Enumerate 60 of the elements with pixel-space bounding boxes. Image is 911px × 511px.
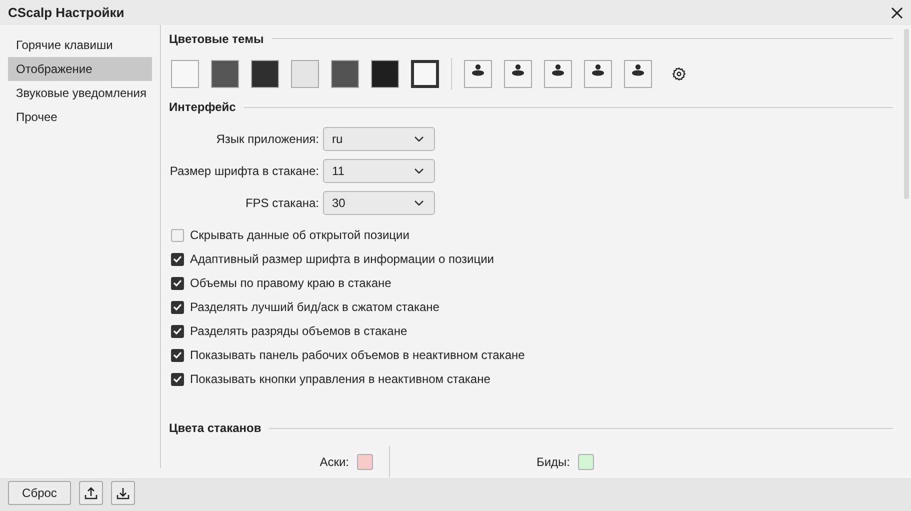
sidebar-item[interactable]: Горячие клавиши: [8, 33, 152, 57]
download-icon: [116, 486, 130, 500]
theme-swatch[interactable]: [211, 60, 239, 88]
person-icon: [551, 64, 565, 76]
upload-button[interactable]: [79, 481, 103, 505]
checkbox-label: Адаптивный размер шрифта в информации о позиции: [190, 252, 494, 266]
checkbox[interactable]: [171, 228, 184, 242]
checkbox[interactable]: [171, 300, 184, 314]
sidebar-item[interactable]: Прочее: [8, 105, 152, 129]
custom-theme-button[interactable]: [504, 60, 532, 88]
checkbox[interactable]: [171, 252, 184, 266]
sidebar-item[interactable]: Отображение: [8, 57, 152, 81]
person-icon: [511, 64, 525, 76]
download-button[interactable]: [111, 481, 135, 505]
field-label: FPS стакана:: [244, 196, 319, 210]
dropdown[interactable]: ru: [323, 127, 435, 152]
theme-swatch[interactable]: [411, 60, 439, 88]
checkbox[interactable]: [171, 276, 184, 290]
person-icon: [631, 64, 645, 76]
custom-theme-button[interactable]: [624, 60, 652, 88]
checkbox-label: Показывать панель рабочих объемов в неактивном стакане: [190, 348, 525, 362]
theme-swatch[interactable]: [371, 60, 399, 88]
settings-icon[interactable]: [672, 66, 686, 81]
custom-theme-button[interactable]: [464, 60, 492, 88]
checkbox[interactable]: [171, 372, 184, 386]
field-label: Язык приложения:: [215, 132, 319, 146]
color-swatch[interactable]: [578, 454, 594, 470]
theme-swatch[interactable]: [251, 60, 279, 88]
checkbox[interactable]: [171, 324, 184, 338]
checkbox-label: Показывать кнопки управления в неактивном стакане: [190, 372, 490, 386]
caret-icon: [414, 168, 424, 174]
section-title: Цветовые темы: [169, 32, 264, 46]
sidebar-item[interactable]: Звуковые уведомления: [8, 81, 152, 105]
checkbox[interactable]: [171, 348, 184, 362]
theme-swatch[interactable]: [291, 60, 319, 88]
caret-icon: [414, 200, 424, 206]
reset-button[interactable]: Сброс: [8, 481, 71, 505]
section-title: Цвета стаканов: [169, 421, 262, 436]
custom-theme-button[interactable]: [544, 60, 572, 88]
scrollbar[interactable]: [904, 29, 909, 199]
theme-swatch[interactable]: [331, 60, 359, 88]
window-title: CScalp Настройки: [8, 5, 124, 20]
section-title: Интерфейс: [169, 100, 236, 114]
color-label: Аски:: [320, 455, 349, 470]
checkbox-label: Скрывать данные об открытой позиции: [190, 228, 410, 242]
checkbox-label: Объемы по правому краю в стакане: [190, 276, 392, 290]
person-icon: [591, 64, 605, 76]
dropdown[interactable]: 30: [323, 191, 435, 216]
caret-icon: [414, 136, 424, 142]
field-label: Размер шрифта в стакане:: [169, 164, 319, 178]
close-button[interactable]: [889, 4, 905, 20]
color-swatch[interactable]: [357, 454, 373, 470]
dropdown[interactable]: 11: [323, 159, 435, 184]
color-label: Биды:: [536, 455, 570, 470]
checkbox-label: Разделять лучший бид/аск в сжатом стакане: [190, 300, 440, 314]
theme-swatch[interactable]: [171, 60, 199, 88]
checkbox-label: Разделять разряды объемов в стакане: [190, 324, 408, 338]
upload-icon: [84, 486, 98, 500]
custom-theme-button[interactable]: [584, 60, 612, 88]
person-icon: [471, 64, 485, 76]
